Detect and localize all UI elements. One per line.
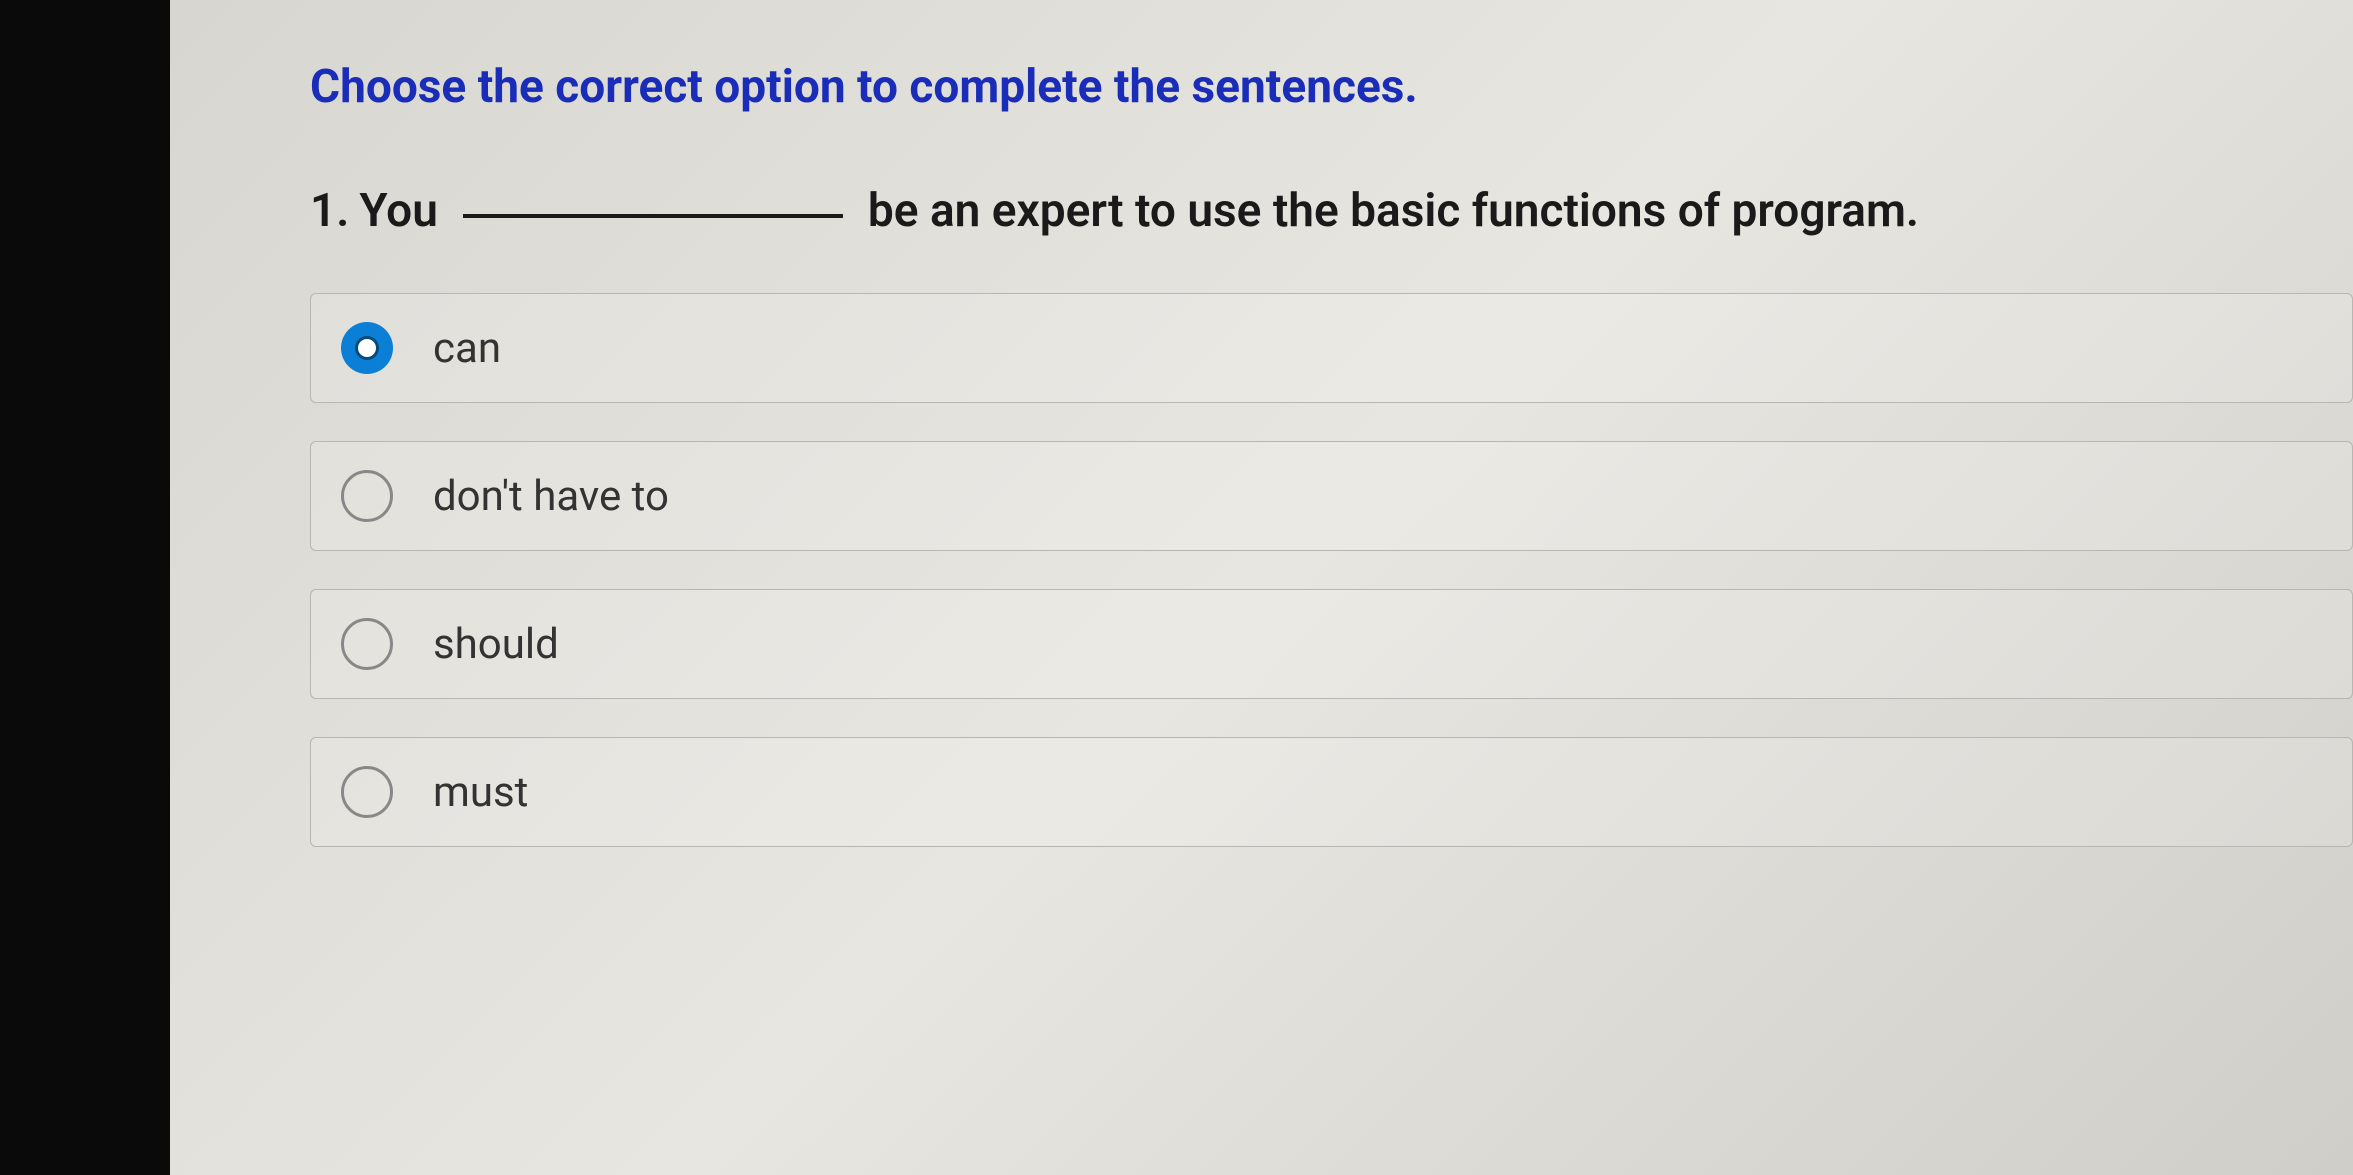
left-dark-margin — [0, 0, 170, 1175]
question-prefix: You — [359, 184, 438, 238]
question-sentence: 1. You be an expert to use the basic fun… — [310, 184, 2353, 238]
option-can[interactable]: can — [310, 293, 2353, 403]
quiz-content: Choose the correct option to complete th… — [170, 0, 2353, 1175]
option-should[interactable]: should — [310, 589, 2353, 699]
radio-icon — [341, 322, 393, 374]
question-number: 1. — [310, 184, 349, 238]
option-label: must — [433, 768, 528, 817]
radio-icon — [341, 470, 393, 522]
option-must[interactable]: must — [310, 737, 2353, 847]
option-dont-have-to[interactable]: don't have to — [310, 441, 2353, 551]
option-label: don't have to — [433, 472, 669, 521]
instruction-heading: Choose the correct option to complete th… — [310, 60, 2353, 114]
fill-blank — [463, 214, 843, 218]
options-list: can don't have to should must — [310, 293, 2353, 847]
question-suffix: be an expert to use the basic functions … — [868, 184, 1919, 238]
option-label: can — [433, 324, 501, 373]
radio-icon — [341, 766, 393, 818]
option-label: should — [433, 620, 559, 669]
radio-icon — [341, 618, 393, 670]
